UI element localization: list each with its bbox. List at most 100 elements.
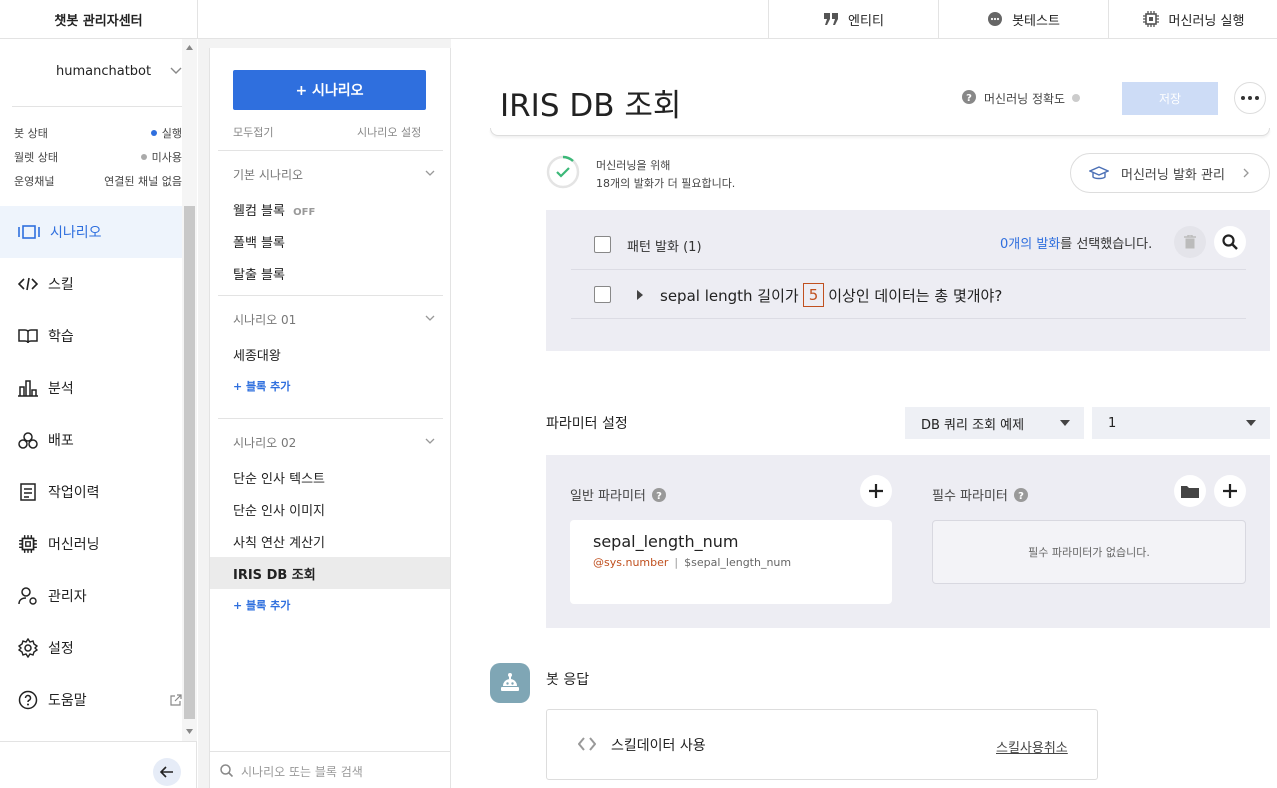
entity-button[interactable]: 엔티티: [768, 0, 938, 38]
ml-manage-button[interactable]: 머신러닝 발화 관리: [1070, 153, 1270, 193]
ml-notice-text: 개의 발화가 더 필요합니다.: [610, 177, 736, 190]
quote-icon: [823, 12, 839, 26]
scenario-settings-link[interactable]: 시나리오 설정: [357, 124, 421, 140]
number-select-value: 1: [1108, 415, 1117, 431]
plus-icon: [868, 483, 884, 499]
utterance-checkbox[interactable]: [594, 286, 611, 303]
add-general-param-button[interactable]: [860, 475, 892, 507]
external-link-icon[interactable]: [170, 694, 182, 706]
delete-button[interactable]: [1174, 226, 1206, 258]
folder-icon: [1181, 484, 1199, 498]
plus-icon: [1222, 483, 1238, 499]
bot-name[interactable]: humanchatbot: [56, 64, 151, 79]
add-block-link[interactable]: + 블록 추가: [233, 378, 290, 394]
search-button[interactable]: [1214, 226, 1246, 258]
arrow-left-icon: [160, 766, 174, 778]
no-required-params: 필수 파라미터가 없습니다.: [932, 520, 1246, 584]
scrollbar-thumb[interactable]: [184, 206, 195, 719]
off-badge: OFF: [293, 207, 316, 218]
sidebar-item-history[interactable]: 작업이력: [0, 466, 182, 518]
param-name: sepal_length_num: [593, 532, 739, 551]
add-required-param-button[interactable]: [1214, 475, 1246, 507]
chip-icon: [18, 534, 38, 554]
sidebar-item-ml[interactable]: 머신러닝: [0, 518, 182, 570]
save-button[interactable]: 저장: [1122, 82, 1218, 115]
bottest-button[interactable]: 봇테스트: [938, 0, 1108, 38]
scenario-item-fallback[interactable]: 폴백 블록: [233, 232, 285, 251]
sidebar-item-skill[interactable]: 스킬: [0, 258, 182, 310]
more-dots-icon: [1241, 96, 1259, 100]
caret-down-icon: [1060, 420, 1070, 426]
help-circle-icon[interactable]: ?: [651, 487, 666, 502]
channel-status-value: 연결된 채널 없음: [104, 175, 182, 188]
trash-icon: [1184, 235, 1196, 249]
section-title-basic[interactable]: 기본 시나리오: [233, 166, 303, 183]
svg-text:?: ?: [966, 93, 972, 104]
add-block-link[interactable]: + 블록 추가: [233, 597, 290, 613]
param-separator: |: [674, 556, 679, 569]
scenario-item-calculator[interactable]: 사칙 연산 계산기: [233, 532, 325, 551]
number-select[interactable]: 1: [1092, 407, 1270, 439]
collapse-all-link[interactable]: 모두접기: [233, 124, 273, 140]
help-circle-icon[interactable]: ?: [1013, 487, 1028, 502]
scroll-up-icon[interactable]: [186, 45, 193, 50]
sidebar-scrollbar[interactable]: [182, 39, 197, 741]
gear-icon: [18, 638, 38, 658]
pattern-utterance-box: [546, 210, 1270, 351]
sidebar-item-help[interactable]: 도움말: [0, 674, 182, 726]
svg-text:?: ?: [656, 491, 662, 502]
ml-run-button[interactable]: 머신러닝 실행: [1108, 0, 1277, 38]
chat-bubble-icon: [987, 11, 1003, 27]
sidebar-item-settings[interactable]: 설정: [0, 622, 182, 674]
selected-count: 0개의 발화: [1000, 237, 1061, 252]
sidebar-item-scenario[interactable]: 시나리오: [0, 206, 182, 258]
chevron-down-icon[interactable]: [170, 67, 182, 75]
section-title-scenario02[interactable]: 시나리오 02: [233, 434, 296, 451]
panel-gap-top: [209, 39, 451, 48]
scenario-item-greeting-image[interactable]: 단순 인사 이미지: [233, 500, 325, 519]
scenario-search-input[interactable]: 시나리오 또는 블록 검색: [241, 763, 363, 780]
skill-cancel-link[interactable]: 스킬사용취소: [996, 737, 1068, 756]
sidebar-item-label: 설정: [48, 641, 74, 657]
sidebar-item-admin[interactable]: 관리자: [0, 570, 182, 622]
page-title: IRIS DB 조회: [500, 88, 682, 124]
scenario-item-greeting-text[interactable]: 단순 인사 텍스트: [233, 468, 325, 487]
book-icon: [18, 328, 38, 344]
wallet-status-row: 월렛 상태 미사용: [14, 149, 182, 165]
required-params-label: 필수 파라미터 ?: [932, 485, 1028, 504]
sidebar-item-label: 분석: [48, 381, 74, 397]
pattern-select-all-checkbox[interactable]: [594, 236, 611, 253]
help-circle-icon[interactable]: ?: [962, 90, 976, 104]
entity-highlight[interactable]: 5: [802, 283, 825, 307]
scenario-item-welcome[interactable]: 웰컴 블록 OFF: [233, 200, 315, 219]
query-select[interactable]: DB 쿼리 조회 예제: [905, 407, 1084, 439]
bot-response-title: 봇 응답: [546, 672, 590, 688]
bot-avatar: [490, 663, 530, 703]
sidebar-item-deploy[interactable]: 배포: [0, 414, 182, 466]
required-params-text: 필수 파라미터: [932, 489, 1008, 504]
scenario-item-sejong[interactable]: 세종대왕: [233, 345, 281, 364]
scenario-item-escape[interactable]: 탈출 블록: [233, 264, 285, 283]
more-options-button[interactable]: [1234, 82, 1266, 114]
folder-button[interactable]: [1174, 475, 1206, 507]
sidebar-item-learning[interactable]: 학습: [0, 310, 182, 362]
chevron-down-icon[interactable]: [425, 438, 435, 444]
sidebar-item-analysis[interactable]: 분석: [0, 362, 182, 414]
entity-label: 엔티티: [848, 13, 884, 29]
section-title-scenario01[interactable]: 시나리오 01: [233, 311, 296, 328]
search-icon: [220, 764, 233, 777]
scenario-icon: [18, 224, 40, 240]
utterance-text[interactable]: sepal length 길이가 5 이상인 데이터는 총 몇개야?: [660, 283, 1002, 307]
scenario-item-iris[interactable]: IRIS DB 조회: [233, 564, 316, 583]
sidebar-item-label: 관리자: [48, 589, 87, 605]
selected-count-text: 0개의 발화를 선택했습니다.: [1000, 233, 1152, 252]
collapse-sidebar-button[interactable]: [153, 758, 181, 786]
brand-title[interactable]: 챗봇 관리자센터: [0, 0, 198, 38]
help-icon: [18, 690, 38, 710]
deploy-icon: [18, 431, 38, 449]
scroll-down-icon[interactable]: [186, 729, 193, 734]
caret-right-icon[interactable]: [637, 290, 643, 300]
add-scenario-button[interactable]: + 시나리오: [233, 70, 426, 110]
chevron-down-icon[interactable]: [425, 315, 435, 321]
chevron-down-icon[interactable]: [425, 170, 435, 176]
